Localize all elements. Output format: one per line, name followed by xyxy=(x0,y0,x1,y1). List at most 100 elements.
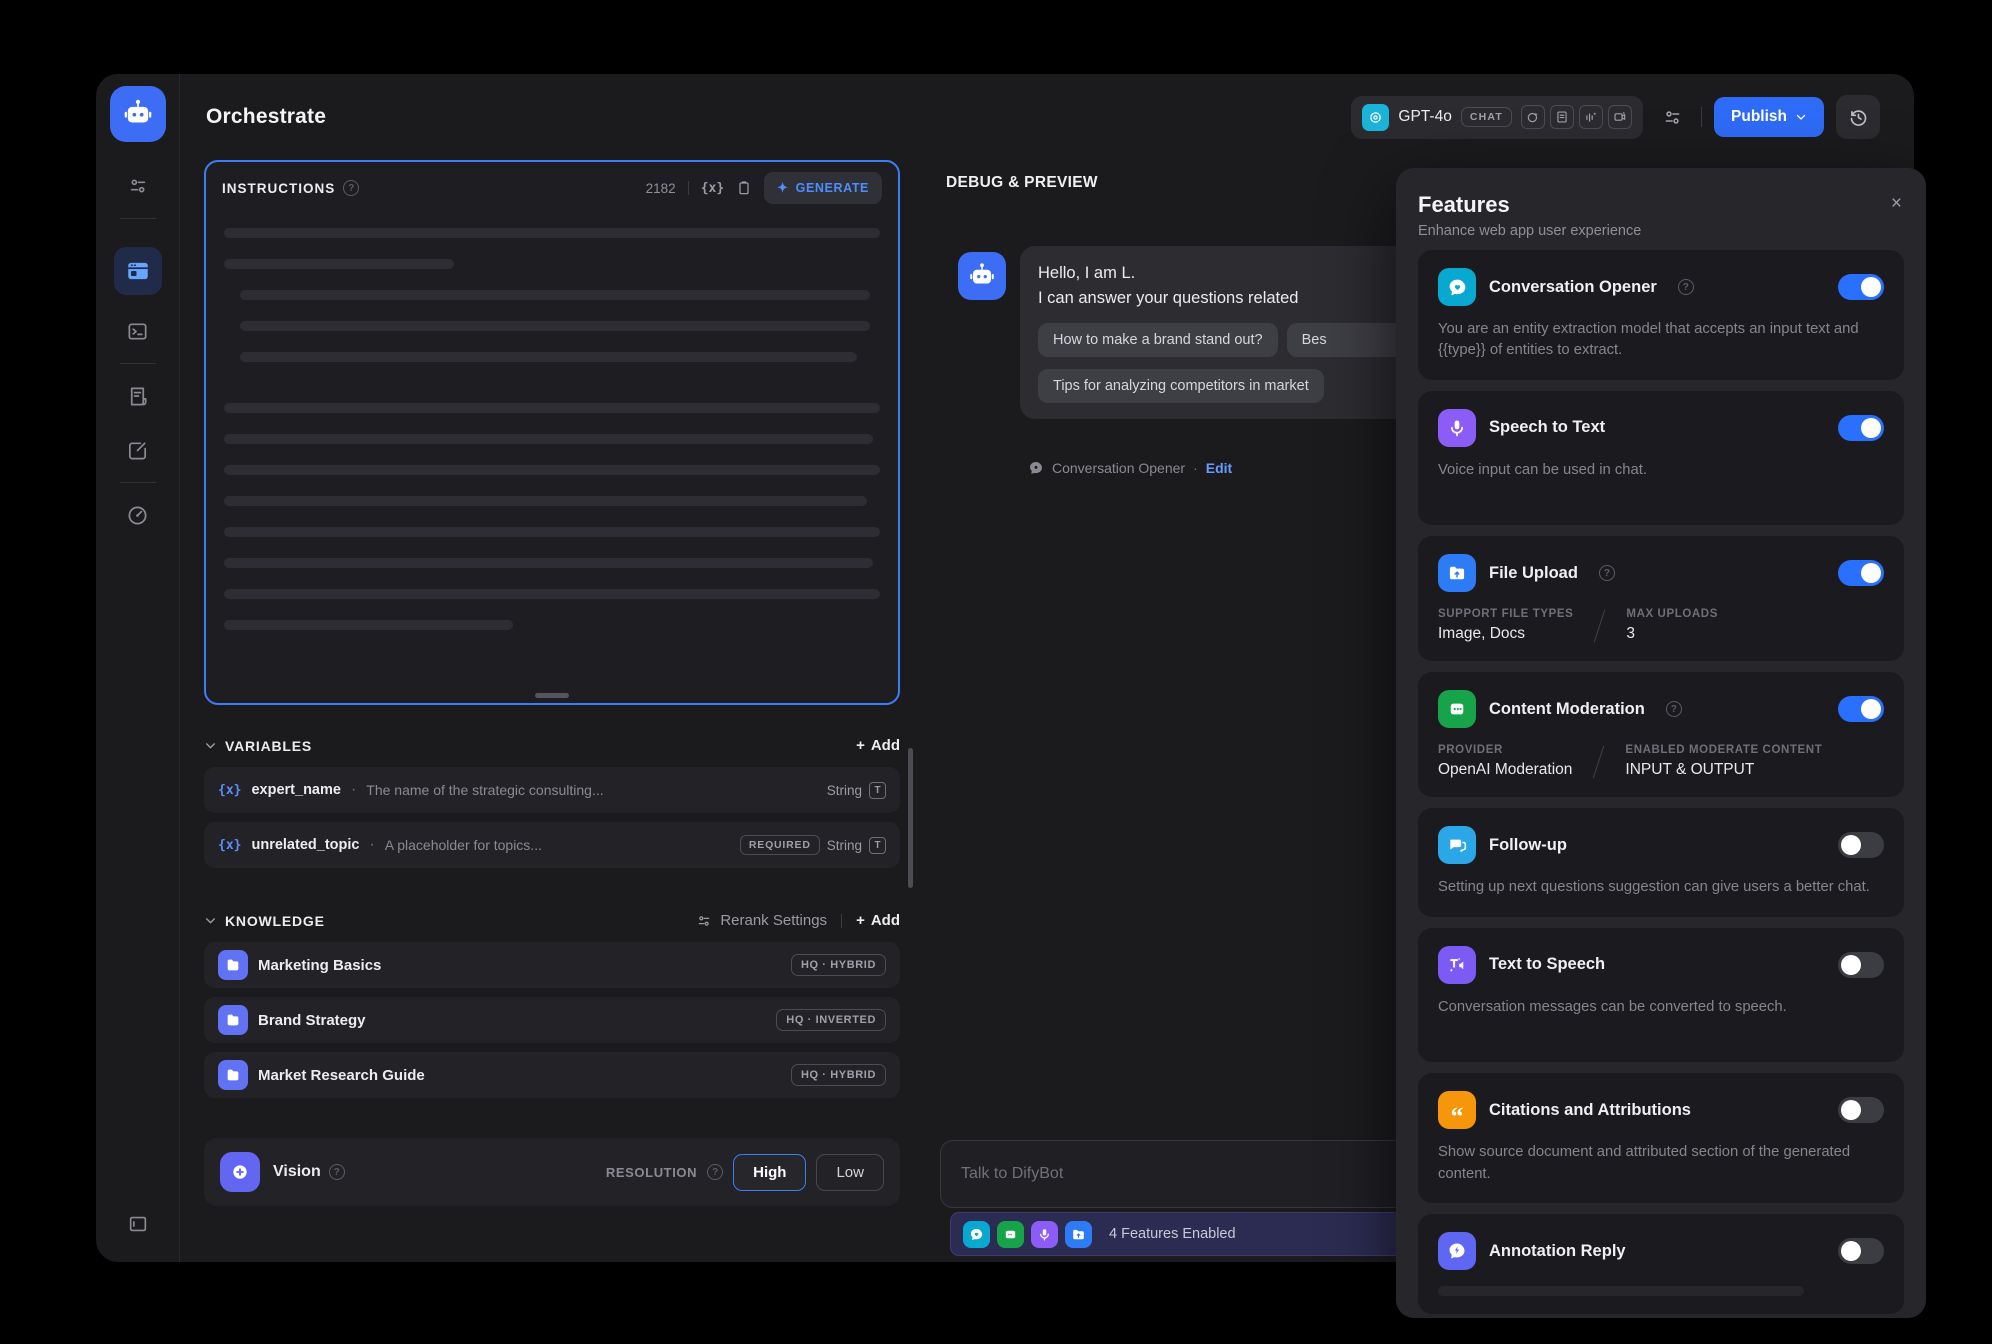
content-moderation-toggle[interactable] xyxy=(1838,696,1884,722)
openai-logo-icon xyxy=(1362,104,1389,131)
edit-opener-link[interactable]: Edit xyxy=(1206,460,1232,476)
titlebar-divider xyxy=(1701,107,1702,127)
vision-capability-icon xyxy=(1521,105,1545,129)
text-to-speech-toggle[interactable] xyxy=(1838,952,1884,978)
suggested-question-chip[interactable]: Tips for analyzing competitors in market xyxy=(1038,369,1324,403)
features-title: Features xyxy=(1418,192,1904,218)
rerank-icon xyxy=(696,913,712,929)
model-name: GPT-4o xyxy=(1398,108,1451,126)
knowledge-title: KNOWLEDGE xyxy=(225,913,325,929)
robot-icon xyxy=(121,97,155,131)
speech-to-text-toggle[interactable] xyxy=(1838,415,1884,441)
add-knowledge-button[interactable]: + Add xyxy=(856,912,900,929)
chevron-down-icon[interactable] xyxy=(204,739,217,752)
history-icon xyxy=(1848,107,1869,128)
app-logo[interactable] xyxy=(110,86,166,142)
orchestrate-settings-icon[interactable] xyxy=(116,164,160,208)
sidebar-item-annotations[interactable] xyxy=(116,428,160,472)
generate-button[interactable]: ✦ GENERATE xyxy=(764,172,882,204)
clipped-description xyxy=(1438,1286,1804,1296)
feature-card-speech-to-text: Speech to Text Voice input can be used i… xyxy=(1418,391,1904,525)
index-mode-badge: HQ · HYBRID xyxy=(791,954,886,976)
help-icon[interactable]: ? xyxy=(343,180,359,196)
moderation-mini-icon xyxy=(997,1221,1024,1248)
close-icon[interactable]: × xyxy=(1891,194,1902,213)
speech-to-text-icon xyxy=(1438,409,1476,447)
model-selector[interactable]: GPT-4o CHAT xyxy=(1351,96,1643,139)
sidebar-item-terminal[interactable] xyxy=(116,309,160,353)
config-scrollbar[interactable] xyxy=(908,748,913,888)
help-icon[interactable]: ? xyxy=(707,1164,723,1180)
page-title: Orchestrate xyxy=(206,105,326,129)
chevron-down-icon[interactable] xyxy=(204,914,217,927)
sidebar-item-monitoring[interactable] xyxy=(116,493,160,537)
help-icon[interactable]: ? xyxy=(1599,565,1615,581)
sidebar-item-logs[interactable] xyxy=(116,374,160,418)
sidebar-divider xyxy=(120,363,156,364)
feature-card-conversation-opener: Conversation Opener ? You are an entity … xyxy=(1418,250,1904,380)
index-mode-badge: HQ · INVERTED xyxy=(776,1009,886,1031)
conversation-opener-icon xyxy=(1438,268,1476,306)
copy-icon[interactable] xyxy=(736,180,752,196)
feature-card-content-moderation: Content Moderation ? PROVIDER OpenAI Mod… xyxy=(1418,672,1904,797)
help-icon[interactable]: ? xyxy=(1666,701,1682,717)
file-upload-mini-icon xyxy=(1065,1221,1092,1248)
variables-title: VARIABLES xyxy=(225,738,312,754)
conversation-opener-mini-icon xyxy=(963,1221,990,1248)
sidebar-item-orchestrate-active[interactable] xyxy=(114,247,162,295)
divider xyxy=(688,181,689,195)
required-badge: REQUIRED xyxy=(740,835,820,855)
suggested-question-chip[interactable]: Bes xyxy=(1287,323,1407,357)
insert-variable-icon[interactable]: {x} xyxy=(701,181,724,196)
publish-label: Publish xyxy=(1731,108,1787,126)
moderation-scope-setting: ENABLED MODERATE CONTENT INPUT & OUTPUT xyxy=(1625,744,1822,779)
follow-up-icon xyxy=(1438,826,1476,864)
annotation-reply-toggle[interactable] xyxy=(1838,1238,1884,1264)
model-mode-badge: CHAT xyxy=(1461,107,1512,127)
resize-handle[interactable] xyxy=(535,693,569,698)
variables-header: VARIABLES + Add xyxy=(204,737,900,754)
moderation-provider-setting: PROVIDER OpenAI Moderation xyxy=(1438,744,1572,779)
knowledge-row[interactable]: Marketing Basics HQ · HYBRID xyxy=(204,942,900,988)
help-icon[interactable]: ? xyxy=(329,1164,345,1180)
resolution-high-button[interactable]: High xyxy=(733,1154,806,1191)
divider xyxy=(841,914,842,928)
variable-row[interactable]: {x} unrelated_topic · A placeholder for … xyxy=(204,822,900,868)
divider xyxy=(1593,746,1604,779)
instructions-editor[interactable]: INSTRUCTIONS ? 2182 {x} ✦ GE xyxy=(204,160,900,705)
conversation-opener-icon xyxy=(1028,460,1044,476)
instructions-skeleton xyxy=(206,214,898,630)
rerank-settings-button[interactable]: Rerank Settings xyxy=(696,912,827,929)
follow-up-toggle[interactable] xyxy=(1838,832,1884,858)
knowledge-row[interactable]: Market Research Guide HQ · HYBRID xyxy=(204,1052,900,1098)
suggested-question-chip[interactable]: How to make a brand stand out? xyxy=(1038,323,1278,357)
variable-token-icon: {x} xyxy=(218,838,241,853)
knowledge-row[interactable]: Brand Strategy HQ · INVERTED xyxy=(204,997,900,1043)
features-panel: Features Enhance web app user experience… xyxy=(1396,168,1926,1318)
version-history-button[interactable] xyxy=(1836,95,1880,139)
resolution-low-button[interactable]: Low xyxy=(816,1154,884,1191)
config-panel: INSTRUCTIONS ? 2182 {x} ✦ GE xyxy=(204,160,900,1206)
feature-card-text-to-speech: Text to Speech Conversation messages can… xyxy=(1418,928,1904,1062)
generate-label: GENERATE xyxy=(796,181,869,195)
document-capability-icon xyxy=(1550,105,1574,129)
feature-card-follow-up: Follow-up Setting up next questions sugg… xyxy=(1418,808,1904,916)
collapse-sidebar-icon[interactable] xyxy=(116,1202,160,1246)
sparkles-icon: ✦ xyxy=(777,180,789,196)
feature-card-citations: “ Citations and Attributions Show source… xyxy=(1418,1073,1904,1203)
publish-button[interactable]: Publish xyxy=(1714,97,1824,137)
window-icon xyxy=(125,258,151,284)
help-icon[interactable]: ? xyxy=(1678,279,1694,295)
citations-toggle[interactable] xyxy=(1838,1097,1884,1123)
content-moderation-icon xyxy=(1438,690,1476,728)
instructions-title: INSTRUCTIONS xyxy=(222,181,335,196)
sidebar xyxy=(96,74,180,1262)
features-enabled-count: 4 Features Enabled xyxy=(1109,1226,1236,1242)
file-upload-toggle[interactable] xyxy=(1838,560,1884,586)
dataset-icon xyxy=(218,1005,248,1035)
add-variable-button[interactable]: + Add xyxy=(856,737,900,754)
variable-row[interactable]: {x} expert_name · The name of the strate… xyxy=(204,767,900,813)
model-parameters-icon[interactable] xyxy=(1655,100,1689,134)
annotation-reply-icon xyxy=(1438,1232,1476,1270)
conversation-opener-toggle[interactable] xyxy=(1838,274,1884,300)
